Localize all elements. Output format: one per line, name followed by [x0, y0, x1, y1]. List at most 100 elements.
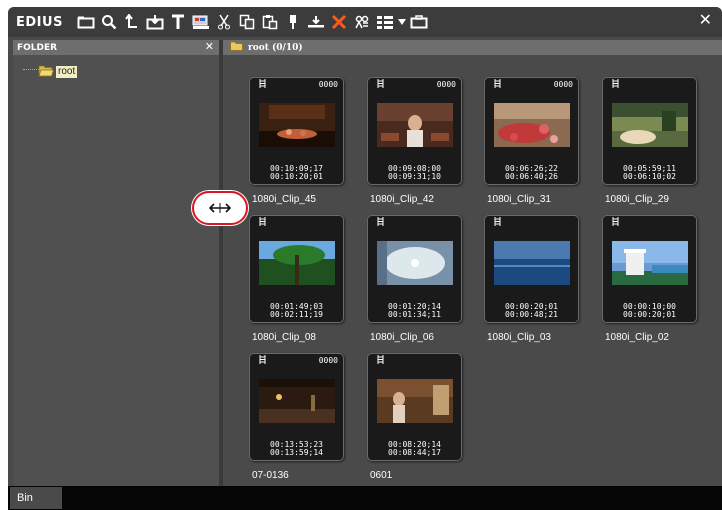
clip-thumbnail — [259, 103, 335, 147]
folder-panel: FOLDER ✕ root — [13, 40, 219, 486]
clip-type-icon — [377, 79, 384, 90]
paste-icon[interactable] — [259, 11, 281, 33]
clip-topbar — [603, 78, 696, 91]
clip-tile[interactable]: 00:01:20;14 00:01:34;11 — [367, 215, 462, 323]
clip-thumbnail — [377, 241, 453, 285]
folder-tree: root — [13, 55, 219, 486]
clip-name[interactable]: 1080i_Clip_02 — [605, 332, 669, 343]
up-icon[interactable] — [121, 11, 143, 33]
new-folder-icon[interactable] — [75, 11, 97, 33]
clip-timecode-out: 00:02:11;19 — [270, 310, 323, 319]
clip-counter: 0000 — [318, 356, 338, 365]
clip-topbar: 0000 — [368, 78, 461, 91]
folder-header: FOLDER ✕ — [13, 40, 219, 55]
clip-topbar — [485, 216, 578, 229]
clip-timecode-out: 00:08:44;17 — [388, 448, 441, 457]
clip-type-icon — [494, 79, 501, 90]
toolbar: EDIUS ✕ — [8, 7, 722, 37]
clip-timecode-out: 00:00:20;01 — [623, 310, 676, 319]
import-icon[interactable] — [144, 11, 166, 33]
tree-connector — [23, 69, 39, 70]
clip-type-icon — [259, 79, 266, 90]
clip-name[interactable]: 1080i_Clip_08 — [252, 332, 316, 343]
dropdown-icon[interactable] — [397, 11, 407, 33]
delete-icon[interactable] — [328, 11, 350, 33]
folder-icon — [230, 41, 243, 54]
clip-tile[interactable]: 00:08:20;14 00:08:44;17 — [367, 353, 462, 461]
clip-topbar: 0000 — [250, 78, 343, 91]
clip-timecode-out: 00:09:31;10 — [388, 172, 441, 181]
edit-icon[interactable] — [190, 11, 212, 33]
clip-name[interactable]: 1080i_Clip_03 — [487, 332, 551, 343]
clip-thumbnail — [259, 379, 335, 423]
app-logo: EDIUS — [16, 14, 63, 30]
clip-timecode-out: 00:01:34;11 — [388, 310, 441, 319]
clip-tile[interactable]: 0000 00:06:26;22 00:06:40;26 — [484, 77, 579, 185]
title-icon[interactable] — [167, 11, 189, 33]
folder-title: FOLDER — [17, 42, 58, 53]
clip-tile[interactable]: 0000 00:10:09;17 00:10:20;01 — [249, 77, 344, 185]
clip-type-icon — [259, 217, 266, 228]
clip-topbar: 0000 — [485, 78, 578, 91]
clip-timecode-out: 00:13:59;14 — [270, 448, 323, 457]
clip-name[interactable]: 1080i_Clip_45 — [252, 194, 316, 205]
clip-type-icon — [377, 355, 384, 366]
clip-counter: 0000 — [318, 80, 338, 89]
clip-thumbnail — [612, 103, 688, 147]
clip-counter: 0000 — [553, 80, 573, 89]
clip-name[interactable]: 0601 — [370, 470, 392, 481]
clip-tile[interactable]: 0000 00:09:08;00 00:09:31;10 — [367, 77, 462, 185]
search-icon[interactable] — [98, 11, 120, 33]
clip-topbar — [250, 216, 343, 229]
tree-item-root[interactable]: root — [38, 62, 78, 81]
close-folder-panel-button[interactable]: ✕ — [205, 40, 214, 53]
tab-bin[interactable]: Bin — [10, 487, 62, 509]
bin-header: root (0/10) — [223, 40, 722, 55]
resize-horizontal-icon — [208, 199, 232, 218]
clip-topbar: 0000 — [250, 354, 343, 367]
tree-item-label: root — [56, 65, 78, 78]
clip-tile[interactable]: 0000 00:13:53;23 00:13:59;14 — [249, 353, 344, 461]
bin-path: root (0/10) — [248, 42, 303, 53]
add-to-player-icon[interactable] — [282, 11, 304, 33]
clip-timecode-out: 00:06:40;26 — [505, 172, 558, 181]
clip-thumbnail — [612, 241, 688, 285]
open-folder-icon — [38, 62, 55, 81]
clip-thumbnail — [259, 241, 335, 285]
copy-icon[interactable] — [236, 11, 258, 33]
clip-thumbnail — [494, 241, 570, 285]
clip-timecode-out: 00:10:20;01 — [270, 172, 323, 181]
clip-timecode-out: 00:06:10;02 — [623, 172, 676, 181]
bin-window: EDIUS ✕ FOLDER ✕ root root (0/10) 0000 0… — [8, 7, 722, 510]
bottom-tab-bar: Bin — [8, 486, 722, 510]
view-icon[interactable] — [374, 11, 396, 33]
clip-type-icon — [494, 217, 501, 228]
clip-thumbnail — [377, 103, 453, 147]
clip-type-icon — [377, 217, 384, 228]
cut-icon[interactable] — [213, 11, 235, 33]
splitter-highlight — [192, 191, 248, 225]
clip-topbar — [368, 216, 461, 229]
clip-tile[interactable]: 00:00:10;00 00:00:20;01 — [602, 215, 697, 323]
clip-name[interactable]: 1080i_Clip_06 — [370, 332, 434, 343]
add-to-timeline-icon[interactable] — [305, 11, 327, 33]
clip-type-icon — [612, 217, 619, 228]
clip-timecode-out: 00:00:48;21 — [505, 310, 558, 319]
clip-thumbnail — [377, 379, 453, 423]
clip-thumbnail — [494, 103, 570, 147]
properties-icon[interactable] — [351, 11, 373, 33]
clip-name[interactable]: 1080i_Clip_31 — [487, 194, 551, 205]
save-icon[interactable] — [408, 11, 430, 33]
clip-tile[interactable]: 00:05:59;11 00:06:10;02 — [602, 77, 697, 185]
clip-name[interactable]: 07-0136 — [252, 470, 289, 481]
bin-panel: root (0/10) 0000 00:10:09;17 00:10:20;01 10… — [223, 40, 722, 486]
clip-type-icon — [259, 355, 266, 366]
clip-counter: 0000 — [436, 80, 456, 89]
clip-tile[interactable]: 00:01:49;03 00:02:11;19 — [249, 215, 344, 323]
clip-name[interactable]: 1080i_Clip_29 — [605, 194, 669, 205]
clip-topbar — [603, 216, 696, 229]
clip-tile[interactable]: 00:00:20;01 00:00:48;21 — [484, 215, 579, 323]
clip-topbar — [368, 354, 461, 367]
close-window-button[interactable]: ✕ — [699, 10, 712, 29]
clip-name[interactable]: 1080i_Clip_42 — [370, 194, 434, 205]
